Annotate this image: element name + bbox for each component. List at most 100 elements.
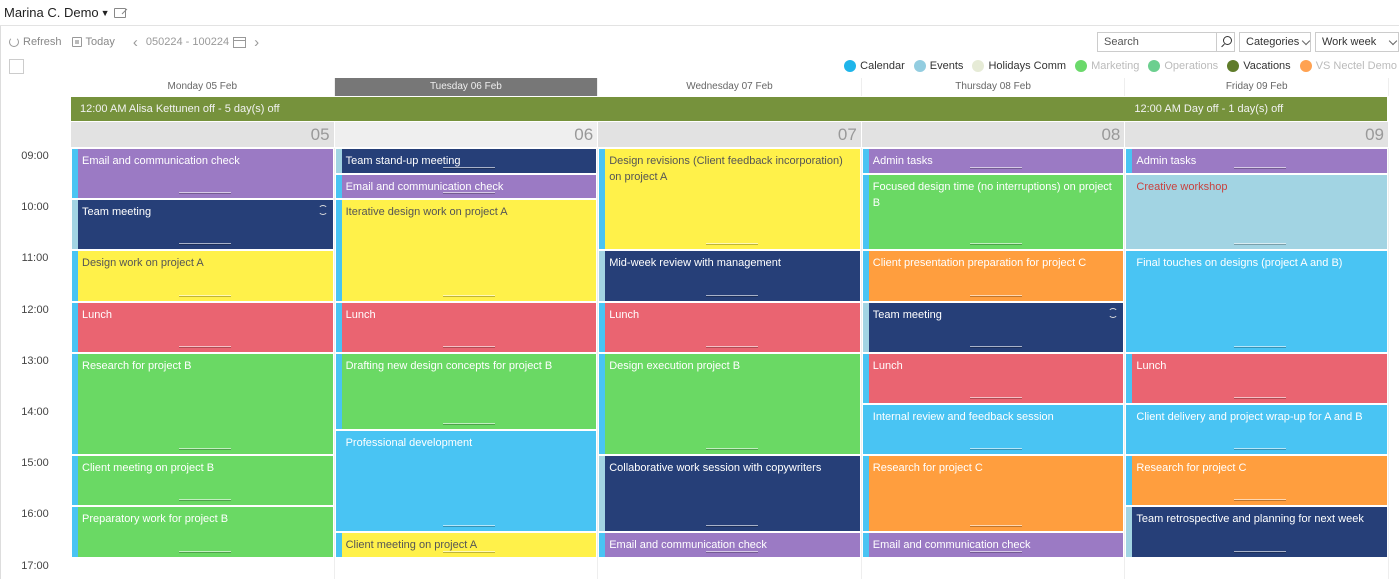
next-week-button[interactable]: › xyxy=(254,34,259,51)
resize-handle[interactable] xyxy=(706,524,759,527)
search-icon[interactable] xyxy=(1216,33,1234,51)
day-number[interactable]: 07 xyxy=(598,122,862,147)
resize-handle[interactable] xyxy=(442,345,495,348)
previous-week-button[interactable]: ‹ xyxy=(133,34,138,51)
edit-icon[interactable] xyxy=(113,7,126,18)
resize-handle[interactable] xyxy=(1233,550,1286,553)
calendar-event[interactable]: Email and communication check xyxy=(599,533,860,557)
calendar-event[interactable]: Iterative design work on project A xyxy=(335,200,597,301)
resize-handle[interactable] xyxy=(970,294,1023,297)
resize-handle[interactable] xyxy=(970,166,1023,169)
legend-item[interactable]: Marketing xyxy=(1075,60,1139,72)
calendar-event[interactable]: Email and communication check xyxy=(862,533,1124,557)
resize-handle[interactable] xyxy=(1233,499,1286,502)
day-header[interactable]: Wednesday 07 Feb xyxy=(598,78,862,96)
calendar-event[interactable]: Admin tasks xyxy=(1126,149,1387,173)
day-number[interactable]: 05 xyxy=(71,122,335,147)
calendar-event[interactable]: Design execution project B xyxy=(599,353,860,455)
legend-item[interactable]: Holidays Comm xyxy=(972,60,1066,72)
calendar-event[interactable]: Creative workshop xyxy=(1126,174,1387,250)
legend-item[interactable]: Calendar xyxy=(844,60,905,72)
resize-handle[interactable] xyxy=(179,499,232,502)
scrollbar[interactable] xyxy=(1390,148,1399,579)
resize-handle[interactable] xyxy=(970,524,1023,527)
calendar-event[interactable]: Lunch xyxy=(72,302,333,352)
resize-handle[interactable] xyxy=(970,550,1023,553)
resize-handle[interactable] xyxy=(706,243,759,246)
caret-down-icon[interactable]: ▼ xyxy=(101,8,110,18)
resize-handle[interactable] xyxy=(442,166,495,169)
resize-handle[interactable] xyxy=(179,345,232,348)
all-day-event[interactable]: 12:00 AM Day off - 1 day(s) off xyxy=(1125,97,1389,121)
resize-handle[interactable] xyxy=(706,294,759,297)
resize-handle[interactable] xyxy=(1233,396,1286,399)
resize-handle[interactable] xyxy=(179,192,232,195)
calendar-event[interactable]: Client presentation preparation for proj… xyxy=(862,251,1124,301)
calendar-event[interactable]: Professional development xyxy=(335,430,597,531)
resize-handle[interactable] xyxy=(706,448,759,451)
resize-handle[interactable] xyxy=(970,396,1023,399)
calendar-event[interactable]: Team stand-up meeting xyxy=(335,149,597,173)
resize-handle[interactable] xyxy=(970,448,1023,451)
resize-handle[interactable] xyxy=(1233,166,1286,169)
resize-handle[interactable] xyxy=(179,448,232,451)
calendar-event[interactable]: Lunch xyxy=(862,353,1124,403)
day-number[interactable]: 06 xyxy=(334,122,599,147)
calendar-event[interactable]: Team meeting xyxy=(862,302,1124,352)
resize-handle[interactable] xyxy=(179,550,232,553)
calendar-owner-name[interactable]: Marina C. Demo xyxy=(4,5,99,20)
legend-item[interactable]: Events xyxy=(913,60,963,72)
calendar-event[interactable]: Team retrospective and planning for next… xyxy=(1126,507,1387,557)
calendar-event[interactable]: Focused design time (no interruptions) o… xyxy=(862,174,1124,250)
select-checkbox[interactable] xyxy=(9,59,24,74)
calendar-event[interactable]: Email and communication check xyxy=(335,174,597,199)
day-header[interactable]: Thursday 08 Feb xyxy=(862,78,1126,96)
calendar-event[interactable]: Admin tasks xyxy=(862,149,1124,173)
calendar-event[interactable]: Research for project B xyxy=(72,353,333,455)
refresh-button[interactable]: Refresh xyxy=(9,36,62,48)
calendar-event[interactable]: Lunch xyxy=(335,302,597,352)
day-header[interactable]: Friday 09 Feb xyxy=(1125,78,1389,96)
view-dropdown[interactable]: Work week xyxy=(1315,32,1399,52)
legend-item[interactable]: Operations xyxy=(1148,60,1218,72)
calendar-event[interactable]: Client meeting on project B xyxy=(72,456,333,506)
day-header[interactable]: Tuesday 06 Feb xyxy=(334,78,599,96)
resize-handle[interactable] xyxy=(442,422,495,425)
resize-handle[interactable] xyxy=(1233,448,1286,451)
resize-handle[interactable] xyxy=(442,294,495,297)
calendar-event[interactable]: Client delivery and project wrap-up for … xyxy=(1126,405,1387,455)
today-button[interactable]: Today xyxy=(71,36,115,48)
calendar-event[interactable]: Design work on project A xyxy=(72,251,333,301)
resize-handle[interactable] xyxy=(706,550,759,553)
categories-dropdown[interactable]: Categories xyxy=(1239,32,1311,52)
legend-item[interactable]: VS Nectel Demo xyxy=(1299,60,1397,72)
calendar-event[interactable]: Team meeting xyxy=(72,200,333,250)
resize-handle[interactable] xyxy=(179,294,232,297)
resize-handle[interactable] xyxy=(706,345,759,348)
calendar-event[interactable]: Final touches on designs (project A and … xyxy=(1126,251,1387,352)
calendar-event[interactable]: Client meeting on project A xyxy=(335,533,597,557)
calendar-event[interactable]: Research for project C xyxy=(1126,456,1387,506)
legend-item[interactable]: Vacations xyxy=(1227,60,1291,72)
resize-handle[interactable] xyxy=(970,243,1023,246)
calendar-event[interactable]: Email and communication check xyxy=(72,149,333,199)
calendar-event[interactable]: Drafting new design concepts for project… xyxy=(335,353,597,429)
resize-handle[interactable] xyxy=(1233,345,1286,348)
calendar-event[interactable]: Lunch xyxy=(1126,353,1387,403)
resize-handle[interactable] xyxy=(442,550,495,553)
calendar-event[interactable]: Collaborative work session with copywrit… xyxy=(599,456,860,531)
calendar-event[interactable]: Preparatory work for project B xyxy=(72,507,333,557)
calendar-picker-icon[interactable] xyxy=(233,36,247,48)
calendar-event[interactable]: Research for project C xyxy=(862,456,1124,531)
resize-handle[interactable] xyxy=(442,524,495,527)
day-header[interactable]: Monday 05 Feb xyxy=(71,78,335,96)
resize-handle[interactable] xyxy=(442,192,495,195)
resize-handle[interactable] xyxy=(1233,243,1286,246)
resize-handle[interactable] xyxy=(970,345,1023,348)
calendar-event[interactable]: Internal review and feedback session xyxy=(862,405,1124,455)
search-input[interactable] xyxy=(1098,33,1216,51)
calendar-event[interactable]: Design revisions (Client feedback incorp… xyxy=(599,149,860,250)
calendar-event[interactable]: Lunch xyxy=(599,302,860,352)
calendar-event[interactable]: Mid-week review with management xyxy=(599,251,860,301)
day-number[interactable]: 09 xyxy=(1125,122,1389,147)
